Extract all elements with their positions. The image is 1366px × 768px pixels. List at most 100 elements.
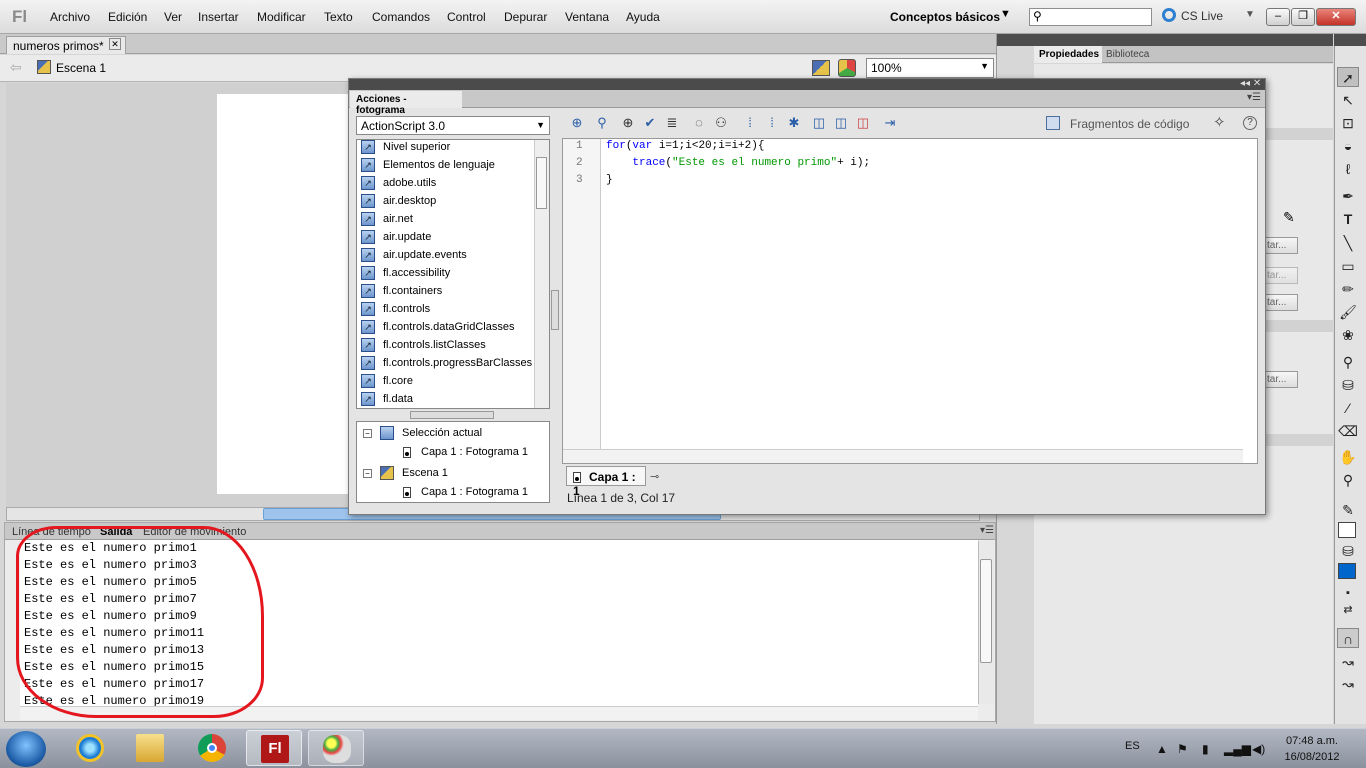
- output-horizontal-scrollbar[interactable]: [20, 706, 978, 720]
- taskbar-paint[interactable]: [308, 730, 364, 766]
- cs-live-chevron-icon[interactable]: ▼: [1245, 9, 1255, 20]
- output-scroll-thumb[interactable]: [980, 559, 992, 663]
- menu-insertar[interactable]: Insertar: [198, 10, 239, 24]
- zoom-select[interactable]: 100% ▼: [866, 58, 994, 78]
- scene-breadcrumb[interactable]: Escena 1: [56, 61, 106, 75]
- taskbar-flash[interactable]: Fl: [246, 730, 302, 766]
- toolbox-item[interactable]: ↗ fl.accessibility: [361, 266, 450, 284]
- toolbox-item[interactable]: ↗ fl.controls: [361, 302, 430, 320]
- script-editor[interactable]: [562, 138, 1258, 464]
- stroke-color-swatch[interactable]: [1338, 522, 1356, 538]
- toolbox-item[interactable]: ↗ adobe.utils: [361, 176, 436, 194]
- code-snippets-button[interactable]: Fragmentos de código: [1070, 117, 1189, 131]
- output-text-area[interactable]: Este es el numero primo1 Este es el nume…: [20, 540, 978, 706]
- apply-line-comment-icon[interactable]: ◫: [832, 114, 850, 132]
- pen-tool-icon[interactable]: ✒: [1337, 186, 1359, 206]
- find-icon[interactable]: ⚲: [593, 114, 611, 132]
- script-tab[interactable]: Capa 1 : 1: [566, 466, 646, 498]
- deco-tool-icon[interactable]: ❀: [1337, 325, 1359, 345]
- minimize-button[interactable]: –: [1266, 8, 1290, 26]
- straighten-icon[interactable]: ↝: [1337, 674, 1359, 694]
- editor-vertical-scrollbar[interactable]: [1243, 139, 1257, 449]
- close-tab-icon[interactable]: ✕: [109, 38, 121, 50]
- 3d-rotation-tool-icon[interactable]: ◒: [1337, 136, 1359, 156]
- code-line-2[interactable]: trace("Este es el numero primo"+ i);: [606, 157, 870, 169]
- tab-actions-frame[interactable]: Acciones - fotograma: [350, 91, 462, 116]
- debug-options-icon[interactable]: ⚇: [712, 114, 730, 132]
- selection-tool-icon[interactable]: ➚: [1337, 67, 1359, 87]
- volume-icon[interactable]: ◀): [1252, 742, 1265, 756]
- edit-scene-icon[interactable]: [812, 60, 830, 76]
- help-search-input[interactable]: ⚲: [1029, 8, 1152, 26]
- taskbar-chrome[interactable]: [184, 730, 240, 766]
- action-center-flag-icon[interactable]: ⚑: [1177, 742, 1188, 756]
- free-transform-tool-icon[interactable]: ⊡: [1337, 113, 1359, 133]
- code-line-1[interactable]: for(var i=1;i<20;i=i+2){: [606, 140, 764, 152]
- panel-menu-icon[interactable]: ▾☰: [980, 525, 994, 536]
- battery-icon[interactable]: ▮: [1202, 742, 1209, 756]
- menu-ventana[interactable]: Ventana: [565, 10, 609, 24]
- bone-tool-icon[interactable]: ⚲: [1337, 352, 1359, 372]
- expand-all-icon[interactable]: ✱: [785, 114, 803, 132]
- edit-button[interactable]: tar...: [1262, 294, 1298, 311]
- actionscript-version-select[interactable]: ActionScript 3.0 ▼: [356, 116, 550, 135]
- toolbox-item[interactable]: ↗ fl.controls.listClasses: [361, 338, 486, 356]
- menu-control[interactable]: Control: [447, 10, 486, 24]
- toolbox-item[interactable]: ↗ air.update.events: [361, 248, 467, 266]
- toolbox-item[interactable]: ↗ fl.controls.dataGridClasses: [361, 320, 514, 338]
- code-snippets-icon[interactable]: [1046, 116, 1060, 130]
- close-window-button[interactable]: ✕: [1316, 8, 1356, 26]
- tree-node[interactable]: − Escena 1: [363, 466, 448, 480]
- collapse-icon[interactable]: −: [363, 428, 372, 438]
- split-handle[interactable]: [410, 411, 494, 419]
- script-assist-wand-icon[interactable]: ✧: [1213, 113, 1226, 131]
- collapse-toolbox-handle[interactable]: [551, 290, 559, 330]
- fill-color-swatch[interactable]: [1338, 563, 1356, 579]
- show-hide-toolbox-icon[interactable]: ⇥: [881, 114, 899, 132]
- show-hidden-icons-icon[interactable]: ▲: [1156, 742, 1168, 756]
- pencil-tool-icon[interactable]: ✏: [1337, 279, 1359, 299]
- workspace-switcher[interactable]: Conceptos básicos: [890, 10, 1000, 24]
- menu-archivo[interactable]: Archivo: [50, 10, 90, 24]
- restore-button[interactable]: ❐: [1291, 8, 1315, 26]
- start-button-icon[interactable]: [6, 731, 46, 767]
- script-navigator-tree[interactable]: − Selección actual Capa 1 : Fotograma 1 −…: [356, 421, 550, 503]
- remove-comment-icon[interactable]: ◫: [854, 114, 872, 132]
- actions-panel-titlebar[interactable]: [349, 79, 1265, 90]
- menu-edicion[interactable]: Edición: [108, 10, 147, 24]
- cs-live-menu[interactable]: CS Live: [1181, 9, 1223, 23]
- tab-timeline[interactable]: Línea de tiempo: [12, 526, 91, 538]
- menu-ayuda[interactable]: Ayuda: [626, 10, 660, 24]
- line-tool-icon[interactable]: ╲: [1337, 233, 1359, 253]
- apply-block-comment-icon[interactable]: ◫: [810, 114, 828, 132]
- menu-modificar[interactable]: Modificar: [257, 10, 306, 24]
- tab-output[interactable]: Salida: [100, 526, 132, 538]
- collapse-selection-icon[interactable]: ⁞: [763, 114, 781, 132]
- toolbox-item[interactable]: ↗ air.desktop: [361, 194, 436, 212]
- taskbar-file-explorer[interactable]: [122, 730, 178, 766]
- tab-library[interactable]: Biblioteca: [1106, 49, 1149, 60]
- subselection-tool-icon[interactable]: ↖: [1337, 90, 1359, 110]
- rectangle-tool-icon[interactable]: ▭: [1337, 256, 1359, 276]
- edit-button[interactable]: tar...: [1262, 237, 1298, 254]
- pin-script-icon[interactable]: ⊸: [650, 470, 659, 483]
- smooth-icon[interactable]: ↝: [1337, 652, 1359, 672]
- tab-properties[interactable]: Propiedades: [1034, 46, 1102, 63]
- auto-format-icon[interactable]: ≣: [663, 114, 681, 132]
- add-statement-icon[interactable]: ⊕: [568, 114, 586, 132]
- text-tool-icon[interactable]: T: [1337, 209, 1359, 229]
- paint-bucket-tool-icon[interactable]: ⛁: [1337, 375, 1359, 395]
- network-signal-icon[interactable]: ▂▄▆: [1224, 742, 1251, 756]
- stage-canvas[interactable]: [217, 94, 350, 494]
- eraser-tool-icon[interactable]: ⌫: [1337, 421, 1359, 441]
- chevron-down-icon[interactable]: ▼: [1000, 8, 1011, 20]
- menu-texto[interactable]: Texto: [324, 10, 353, 24]
- toolbox-item[interactable]: ↗ Nivel superior: [361, 140, 450, 158]
- insert-target-path-icon[interactable]: ⊕: [619, 114, 637, 132]
- back-arrow-icon[interactable]: ⇦: [10, 59, 22, 76]
- edit-symbols-icon[interactable]: [838, 59, 856, 77]
- menu-comandos[interactable]: Comandos: [372, 10, 430, 24]
- tab-motion-editor[interactable]: Editor de movimiento: [143, 526, 246, 538]
- check-syntax-icon[interactable]: ✔: [641, 114, 659, 132]
- swap-colors-icon[interactable]: ⇄: [1337, 600, 1359, 620]
